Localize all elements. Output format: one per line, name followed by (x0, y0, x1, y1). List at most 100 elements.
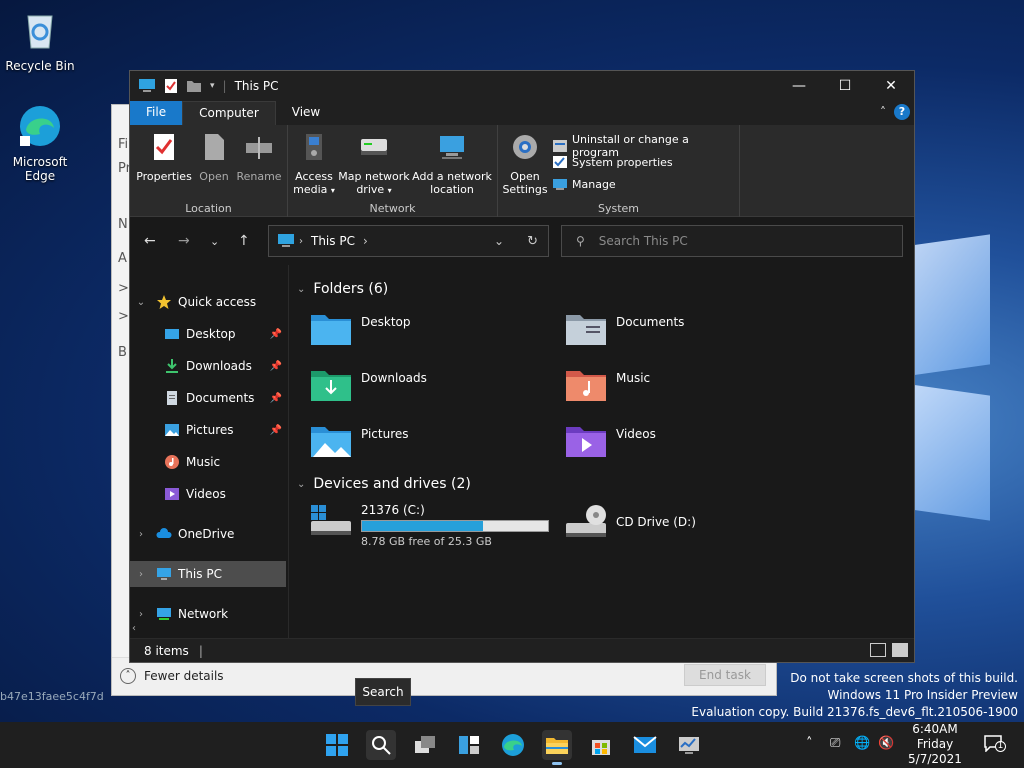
system-properties-button[interactable]: System properties (552, 155, 673, 169)
start-button[interactable] (322, 730, 352, 760)
store-taskbar-button[interactable] (586, 730, 616, 760)
videos-icon (165, 488, 179, 500)
title-bar[interactable]: ▾ | This PC — ☐ ✕ (130, 71, 914, 101)
rename-button[interactable]: Rename (236, 131, 282, 183)
meet-now-icon[interactable]: ⎚ (830, 736, 840, 751)
nav-documents[interactable]: Documents 📌 (130, 385, 286, 411)
folder-videos[interactable]: Videos (564, 421, 814, 469)
address-bar[interactable]: › This PC › ⌄ ↻ (268, 225, 549, 257)
scroll-left-icon[interactable]: ‹ (132, 623, 136, 634)
watermark-line: Do not take screen shots of this build. (790, 671, 1018, 685)
chevron-down-icon[interactable]: ⌄ (297, 284, 305, 295)
quick-access-toolbar: ▾ | (130, 78, 227, 94)
search-input[interactable] (598, 234, 879, 248)
drive-c[interactable]: 21376 (C:) 8.78 GB free of 25.3 GB (309, 503, 549, 548)
details-view-icon[interactable] (870, 643, 886, 657)
folder-pictures[interactable]: Pictures (309, 421, 559, 469)
nav-network[interactable]: › Network (130, 601, 286, 627)
system-properties-label: System properties (572, 155, 673, 169)
nav-label: Music (186, 455, 221, 469)
nav-this-pc[interactable]: › This PC (130, 561, 286, 587)
nav-quick-access[interactable]: ⌄ Quick access (130, 289, 286, 315)
task-view-button[interactable] (410, 730, 440, 760)
pin-icon[interactable]: 📌 (270, 329, 282, 340)
manage-button[interactable]: Manage (552, 177, 616, 191)
notification-center-button[interactable]: 1 (984, 734, 1006, 753)
chevron-right-icon[interactable]: › (363, 234, 368, 248)
folder-desktop[interactable]: Desktop (309, 309, 559, 357)
add-network-location-button[interactable]: Add a network location (412, 131, 492, 196)
chevron-down-icon[interactable]: ⌄ (134, 297, 148, 308)
forward-arrow-icon[interactable]: → (178, 233, 190, 249)
access-media-button[interactable]: Access media ▾ (292, 131, 336, 197)
clock[interactable]: 6:40AM Friday 5/7/2021 (905, 722, 965, 767)
desktop-icon-recycle-bin[interactable]: Recycle Bin (0, 8, 80, 73)
drives-header[interactable]: ⌄ Devices and drives (2) (297, 476, 471, 492)
folder-music[interactable]: Music (564, 365, 814, 413)
pin-icon[interactable]: 📌 (270, 425, 282, 436)
pin-icon[interactable]: 📌 (270, 361, 282, 372)
folder-downloads[interactable]: Downloads (309, 365, 559, 413)
nav-downloads[interactable]: Downloads 📌 (130, 353, 286, 379)
videos-folder-icon (566, 427, 606, 457)
tab-file[interactable]: File (130, 101, 183, 125)
taskmgr-label: A (118, 251, 127, 266)
nav-desktop[interactable]: Desktop 📌 (130, 321, 286, 347)
tab-computer[interactable]: Computer (182, 101, 276, 125)
map-network-drive-button[interactable]: Map network drive ▾ (338, 131, 410, 197)
system-properties-icon (553, 156, 567, 168)
nav-onedrive[interactable]: › OneDrive (130, 521, 286, 547)
nav-music[interactable]: Music (130, 449, 286, 475)
up-arrow-icon[interactable]: ↑ (238, 233, 250, 249)
speaker-muted-icon[interactable]: 🔇 (878, 736, 894, 751)
large-icons-view-icon[interactable] (892, 643, 908, 657)
qat-dropdown-icon[interactable]: ▾ (210, 81, 215, 91)
nav-videos[interactable]: Videos (130, 481, 286, 507)
address-dropdown-icon[interactable]: ⌄ (494, 234, 504, 248)
maximize-button[interactable]: ☐ (822, 71, 868, 101)
folder-documents[interactable]: Documents (564, 309, 814, 357)
open-settings-button[interactable]: Open Settings (502, 131, 548, 196)
mail-taskbar-button[interactable] (630, 730, 660, 760)
folder-icon (546, 738, 568, 754)
windows-logo-icon (326, 734, 348, 756)
new-folder-icon[interactable] (186, 79, 202, 93)
edge-taskbar-button[interactable] (498, 730, 528, 760)
back-arrow-icon[interactable]: ← (144, 233, 156, 249)
chevron-right-icon: › (299, 235, 303, 247)
widgets-button[interactable] (454, 730, 484, 760)
globe-network-icon[interactable]: 🌐 (854, 736, 870, 751)
properties-check-icon[interactable] (164, 78, 178, 94)
pin-icon[interactable]: 📌 (270, 393, 282, 404)
nav-pictures[interactable]: Pictures 📌 (130, 417, 286, 443)
tab-view[interactable]: View (276, 101, 336, 125)
file-explorer-window[interactable]: ▾ | This PC — ☐ ✕ File Computer View ˄ ?… (129, 70, 915, 663)
fewer-details-button[interactable]: ˄ Fewer details (120, 668, 224, 684)
file-explorer-taskbar-button[interactable] (542, 730, 572, 765)
show-hidden-icons-chevron-icon[interactable]: ˄ (806, 736, 813, 751)
drive-d[interactable]: CD Drive (D:) (564, 503, 696, 543)
search-taskbar-button[interactable] (366, 730, 396, 760)
task-manager-taskbar-button[interactable] (674, 730, 704, 760)
collapse-ribbon-icon[interactable]: ˄ (880, 105, 886, 119)
chevron-right-icon[interactable]: › (134, 529, 148, 540)
desktop-icon-edge[interactable]: Microsoft Edge (0, 104, 80, 183)
manage-icon (553, 179, 567, 190)
close-button[interactable]: ✕ (868, 71, 914, 101)
ribbon-tabs: File Computer View ˄ ? (130, 101, 914, 125)
properties-button[interactable]: Properties (136, 131, 192, 183)
chevron-right-icon[interactable]: › (134, 569, 148, 580)
help-icon[interactable]: ? (894, 104, 910, 120)
minimize-button[interactable]: — (776, 71, 822, 101)
recent-locations-icon[interactable]: ⌄ (210, 235, 219, 248)
refresh-icon[interactable]: ↻ (527, 234, 538, 249)
chevron-down-icon[interactable]: ⌄ (297, 479, 305, 490)
access-media-label-1: Access (295, 170, 333, 183)
chevron-right-icon[interactable]: › (134, 609, 148, 620)
search-box[interactable]: ⚲ (561, 225, 903, 257)
folders-header[interactable]: ⌄ Folders (6) (297, 281, 388, 297)
ribbon-group-location: Properties Open Rename Location (130, 125, 288, 217)
breadcrumb-this-pc[interactable]: This PC (311, 234, 355, 248)
cloud-icon (156, 528, 172, 538)
open-button[interactable]: Open (196, 131, 232, 183)
